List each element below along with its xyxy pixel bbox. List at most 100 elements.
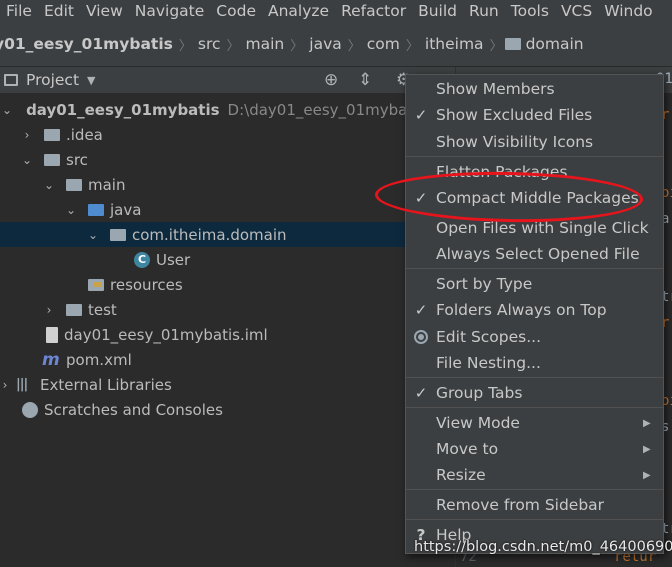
menu-code[interactable]: Code (210, 2, 262, 20)
menu-item-show-excluded-files[interactable]: ✓ Show Excluded Files (406, 102, 663, 128)
tree-item-user[interactable]: C User (0, 247, 420, 272)
menu-navigate[interactable]: Navigate (129, 2, 211, 20)
breadcrumb-itheima[interactable]: itheima (421, 35, 488, 53)
tree-item-test[interactable]: › test (0, 297, 420, 322)
menu-separator (406, 519, 663, 520)
chevron-down-icon[interactable]: ⌄ (42, 178, 56, 192)
chevron-down-icon[interactable]: ⌄ (20, 153, 34, 167)
menu-item-label: Sort by Type (436, 275, 533, 293)
breadcrumb-src[interactable]: src (194, 35, 225, 53)
menu-item-show-visibility-icons[interactable]: Show Visibility Icons (406, 129, 663, 155)
tree-item-external-libraries[interactable]: › ||| External Libraries (0, 372, 420, 397)
menu-item-edit-scopes[interactable]: Edit Scopes... (406, 324, 663, 350)
breadcrumb-project[interactable]: y01_eesy_01mybatis (0, 35, 177, 53)
project-window-icon (4, 74, 18, 86)
chevron-down-icon[interactable]: ⌄ (2, 103, 12, 117)
menu-view[interactable]: View (80, 2, 129, 20)
folder-icon (66, 303, 82, 316)
tree-item-src[interactable]: ⌄ src (0, 147, 420, 172)
menu-item-group-tabs[interactable]: ✓ Group Tabs (406, 380, 663, 406)
menu-item-always-select-opened-file[interactable]: Always Select Opened File (406, 241, 663, 267)
chevron-down-icon[interactable]: ⌄ (64, 203, 78, 217)
tree-item-project-root[interactable]: ⌄ day01_eesy_01mybatis D:\day01_eesy_01m… (0, 97, 425, 122)
tree-item-label: test (88, 300, 117, 319)
menu-item-open-files-single-click[interactable]: Open Files with Single Click (406, 215, 663, 241)
menu-edit[interactable]: Edit (38, 2, 80, 20)
menu-item-label: Group Tabs (436, 384, 523, 402)
chevron-down-icon[interactable]: ▼ (87, 74, 95, 87)
menu-separator (406, 268, 663, 269)
menu-item-flatten-packages[interactable]: Flatten Packages (406, 159, 663, 185)
menu-item-remove-from-sidebar[interactable]: Remove from Sidebar (406, 492, 663, 518)
menu-item-label: Show Excluded Files (436, 106, 593, 124)
menu-window[interactable]: Windo (598, 2, 658, 20)
submenu-arrow-icon: ▶ (643, 417, 651, 429)
tree-item-pom[interactable]: m pom.xml (0, 347, 420, 372)
menu-separator (406, 407, 663, 408)
tree-item-label: day01_eesy_01mybatis (26, 100, 220, 119)
folder-icon (44, 128, 60, 141)
menu-item-label: Move to (436, 440, 499, 458)
chevron-right-icon: 〉 (290, 38, 304, 54)
breadcrumb-com[interactable]: com (363, 35, 404, 53)
breadcrumb-domain[interactable]: domain (526, 35, 588, 53)
locate-icon[interactable]: ⊕ (324, 71, 338, 89)
menu-build[interactable]: Build (412, 2, 463, 20)
tree-item-idea[interactable]: › .idea (0, 122, 420, 147)
menu-refactor[interactable]: Refactor (335, 2, 412, 20)
tree-item-com-itheima-domain[interactable]: ⌄ com.itheima.domain (0, 222, 420, 247)
tree-item-label: resources (110, 275, 183, 294)
checkmark-icon: ✓ (414, 106, 428, 124)
menu-item-label: Remove from Sidebar (436, 496, 605, 514)
tree-item-label: pom.xml (66, 350, 132, 369)
menu-run[interactable]: Run (463, 2, 505, 20)
chevron-right-icon[interactable]: › (0, 378, 12, 392)
menu-item-move-to[interactable]: Move to ▶ (406, 436, 663, 462)
breadcrumb-java[interactable]: java (305, 35, 345, 53)
breadcrumb: y01_eesy_01mybatis 〉 src 〉 main 〉 java 〉… (0, 22, 672, 67)
menu-item-label: Flatten Packages (436, 163, 568, 181)
menu-item-label: Compact Middle Packages (436, 189, 639, 207)
tree-item-label: main (88, 175, 126, 194)
folder-icon (504, 38, 521, 50)
tree-item-main[interactable]: ⌄ main (0, 172, 420, 197)
tree-item-label: src (66, 150, 88, 169)
menu-item-label: Show Members (436, 80, 555, 98)
menu-item-resize[interactable]: Resize ▶ (406, 462, 663, 488)
folder-icon (44, 153, 60, 166)
view-options-menu: Show Members ✓ Show Excluded Files Show … (405, 74, 664, 554)
menu-item-folders-always-on-top[interactable]: ✓ Folders Always on Top (406, 297, 663, 323)
collapse-all-icon[interactable]: ⇕ (358, 71, 372, 89)
menu-item-label: Open Files with Single Click (436, 219, 649, 237)
tree-item-label: java (110, 200, 142, 219)
menu-tools[interactable]: Tools (505, 2, 555, 20)
menu-item-file-nesting[interactable]: File Nesting... (406, 350, 663, 376)
resources-folder-icon (88, 278, 104, 291)
chevron-down-icon[interactable]: ⌄ (86, 228, 100, 242)
project-panel-title[interactable]: Project (26, 71, 79, 89)
breadcrumb-main[interactable]: main (242, 35, 289, 53)
menu-item-show-members[interactable]: Show Members (406, 76, 663, 102)
menu-item-label: View Mode (436, 414, 520, 432)
menu-vcs[interactable]: VCS (555, 2, 598, 20)
menu-bar: File Edit View Navigate Code Analyze Ref… (0, 0, 672, 22)
menu-item-label: Edit Scopes... (436, 328, 542, 346)
class-icon: C (134, 251, 150, 268)
submenu-arrow-icon: ▶ (643, 443, 651, 455)
chevron-right-icon[interactable]: › (42, 303, 56, 317)
menu-item-view-mode[interactable]: View Mode ▶ (406, 410, 663, 436)
iml-file-icon (46, 326, 58, 343)
tree-item-java[interactable]: ⌄ java (0, 197, 420, 222)
chevron-right-icon[interactable]: › (20, 128, 34, 142)
tree-item-scratches[interactable]: Scratches and Consoles (0, 397, 420, 422)
menu-item-compact-middle-packages[interactable]: ✓ Compact Middle Packages (406, 185, 663, 211)
menu-item-label: Show Visibility Icons (436, 133, 594, 151)
chevron-right-icon: 〉 (405, 38, 419, 54)
menu-separator (406, 156, 663, 157)
tree-item-iml[interactable]: day01_eesy_01mybatis.iml (0, 322, 420, 347)
menu-item-sort-by-type[interactable]: Sort by Type (406, 271, 663, 297)
tree-item-label: User (156, 250, 191, 269)
menu-file[interactable]: File (0, 2, 38, 20)
menu-analyze[interactable]: Analyze (262, 2, 335, 20)
tree-item-resources[interactable]: resources (0, 272, 420, 297)
